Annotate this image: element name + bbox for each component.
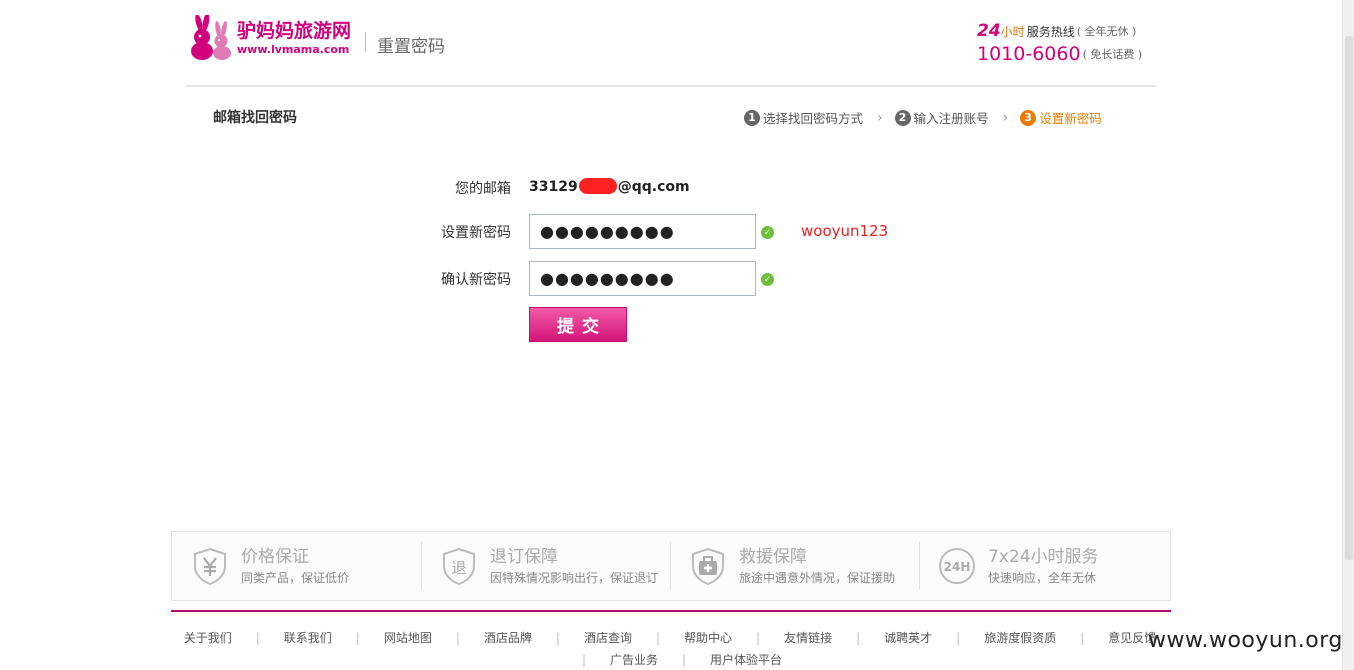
guarantee-title: 救援保障 <box>739 547 807 567</box>
guarantee-rescue: 救援保障 旅途中遇意外情况，保证援助 <box>670 532 919 600</box>
svg-text:退: 退 <box>451 559 466 577</box>
site-logo[interactable]: 驴妈妈旅游网 www.lvmama.com <box>185 14 355 62</box>
24h-clock-icon: 24H <box>939 548 975 584</box>
service-hotline: 24 小时 服务热线 ( 全年无休 ) 1010-6060 ( 免长话费 ) <box>977 20 1157 66</box>
hotline-hours-unit: 小时 <box>1000 24 1025 39</box>
password-annotation: wooyun123 <box>801 222 889 240</box>
chevron-right-icon: › <box>1002 109 1009 126</box>
footer-link-jobs[interactable]: 诚聘英才 <box>884 627 932 649</box>
step-2-number: 2 <box>894 109 911 126</box>
watermark: www.wooyun.org <box>1148 628 1343 653</box>
hotline-label: 服务热线 <box>1026 24 1075 39</box>
guarantee-desc: 因特殊情况影响出行，保证退订 <box>490 571 659 585</box>
step-1-label: 选择找回密码方式 <box>763 111 864 126</box>
guarantee-bar: 价格保证 同类产品，保证低价 退 退订保障 因特殊情况影响出行，保证退订 救援保… <box>171 531 1171 601</box>
scrollbar-thumb[interactable] <box>1345 36 1353 560</box>
valid-check-icon: ✓ <box>761 273 774 286</box>
confirm-password-label: 确认新密码 <box>441 272 511 288</box>
step-2: 2 输入注册账号 <box>894 108 989 127</box>
footer-link-contact[interactable]: 联系我们 <box>284 627 332 649</box>
hotline-fee-note: ( 免长话费 ) <box>1082 48 1143 61</box>
step-1-number: 1 <box>744 109 760 126</box>
confirm-password-input[interactable] <box>529 261 756 296</box>
footer-link-hotel-search[interactable]: 酒店查询 <box>584 627 632 649</box>
footer-links: 关于我们 | 联系我们 | 网站地图 | 酒店品牌 | 酒店查询 | 帮助中心 | 友情链接 | 诚聘英才 |… <box>175 627 1165 670</box>
footer-link-friends[interactable]: 友情链接 <box>784 627 832 649</box>
footer-link-sitemap[interactable]: 网站地图 <box>384 627 432 649</box>
guarantee-title: 7x24小时服务 <box>988 547 1099 567</box>
step-indicator: 1 选择找回密码方式 › 2 输入注册账号 › 3 设置新密码 <box>744 108 1102 127</box>
header: 驴妈妈旅游网 www.lvmama.com 重置密码 24 小时 服务热线 ( … <box>185 12 1160 86</box>
email-prefix: 33129 <box>529 179 578 195</box>
step-3-number: 3 <box>1020 109 1037 126</box>
footer-separator <box>171 610 1171 612</box>
email-suffix: @qq.com <box>617 179 690 195</box>
step-1: 1 选择找回密码方式 <box>744 108 863 127</box>
guarantee-desc: 旅途中遇意外情况，保证援助 <box>739 571 896 585</box>
footer-link-ux[interactable]: 用户体验平台 <box>710 649 782 670</box>
guarantee-desc: 快速响应，全年无休 <box>988 571 1097 585</box>
guarantee-desc: 同类产品，保证低价 <box>241 571 350 585</box>
footer-link-about[interactable]: 关于我们 <box>184 627 232 649</box>
page-title: 重置密码 <box>377 37 445 57</box>
submit-button[interactable]: 提交 <box>529 307 627 342</box>
email-value: 33129 @qq.com <box>529 178 690 195</box>
footer-link-ads[interactable]: 广告业务 <box>610 649 658 670</box>
new-password-input[interactable] <box>529 214 756 249</box>
logo-text: 驴妈妈旅游网 <box>237 19 352 42</box>
chevron-right-icon: › <box>877 109 883 126</box>
yen-shield-icon <box>194 547 226 586</box>
guarantee-title: 价格保证 <box>241 547 309 567</box>
section-title: 邮箱找回密码 <box>213 110 297 126</box>
refund-shield-icon: 退 <box>443 547 475 586</box>
vertical-scrollbar[interactable] <box>1342 0 1354 670</box>
email-label: 您的邮箱 <box>455 181 511 197</box>
svg-text:24H: 24H <box>944 560 971 574</box>
step-3-label: 设置新密码 <box>1039 111 1102 126</box>
footer-link-help[interactable]: 帮助中心 <box>684 627 732 649</box>
guarantee-service: 24H 7x24小时服务 快速响应，全年无休 <box>919 532 1168 600</box>
header-separator <box>185 85 1156 87</box>
step-3: 3 设置新密码 <box>1020 108 1102 127</box>
guarantee-title: 退订保障 <box>490 547 558 567</box>
guarantee-refund: 退 退订保障 因特殊情况影响出行，保证退订 <box>421 532 670 600</box>
hotline-number: 1010-6060 <box>977 43 1081 65</box>
hotline-hours: 24 <box>977 21 1001 41</box>
new-password-label: 设置新密码 <box>441 225 511 241</box>
footer-link-license[interactable]: 旅游度假资质 <box>984 627 1056 649</box>
logo-url: www.lvmama.com <box>237 42 350 56</box>
step-2-label: 输入注册账号 <box>913 111 989 126</box>
footer-link-hotel-brands[interactable]: 酒店品牌 <box>484 627 532 649</box>
header-divider <box>365 32 366 52</box>
rabbit-logo-icon <box>191 15 231 60</box>
redaction-mark <box>578 178 617 194</box>
valid-check-icon: ✓ <box>761 226 774 239</box>
guarantee-price: 价格保证 同类产品，保证低价 <box>172 532 421 600</box>
firstaid-kit-icon <box>692 547 724 586</box>
hotline-note: ( 全年无休 ) <box>1076 25 1137 38</box>
